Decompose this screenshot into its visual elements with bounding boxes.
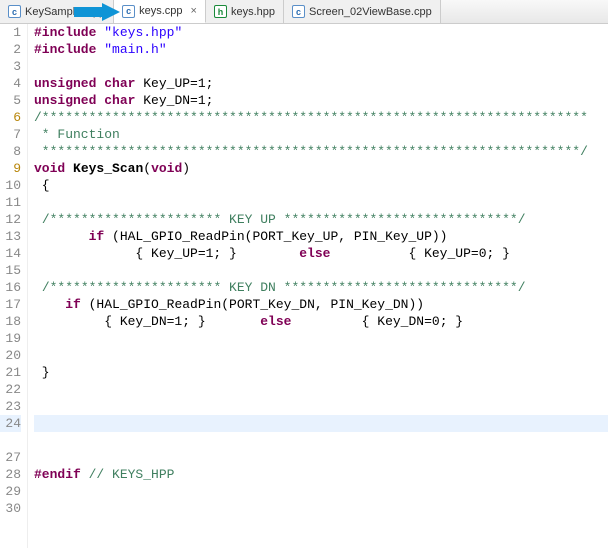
line-number: 5 [0,92,21,109]
line-number: 28 [0,466,21,483]
code-line[interactable] [34,432,608,449]
code-line[interactable]: /********************** KEY UP *********… [34,211,608,228]
line-number: 15 [0,262,21,279]
code-line[interactable]: /***************************************… [34,109,608,126]
tab-label: keys.hpp [231,6,275,18]
line-number: 13 [0,228,21,245]
line-number: 8 [0,143,21,160]
code-line[interactable]: { [34,177,608,194]
code-editor[interactable]: 1234567891011121314151617181920212223242… [0,24,608,548]
code-line[interactable] [34,58,608,75]
code-line[interactable] [34,415,608,432]
line-number: 9 [0,160,21,177]
line-number: 27 [0,449,21,466]
tab-keys-hpp[interactable]: h keys.hpp [206,0,284,23]
line-number: 20 [0,347,21,364]
line-number: 16 [0,279,21,296]
line-number: 3 [0,58,21,75]
line-number [0,432,21,449]
code-line[interactable]: unsigned char Key_UP=1; [34,75,608,92]
line-number: 4 [0,75,21,92]
line-number: 6 [0,109,21,126]
code-line[interactable]: #include "keys.hpp" [34,24,608,41]
tab-bar: c KeySampler.cpp c keys.cpp × h keys.hpp… [0,0,608,24]
code-line[interactable] [34,330,608,347]
line-number: 2 [0,41,21,58]
code-line[interactable] [34,381,608,398]
code-line[interactable]: if (HAL_GPIO_ReadPin(PORT_Key_DN, PIN_Ke… [34,296,608,313]
code-line[interactable]: } [34,364,608,381]
code-line[interactable]: ****************************************… [34,143,608,160]
tab-label: keys.cpp [139,5,182,17]
close-icon[interactable]: × [191,5,197,17]
code-line[interactable] [34,449,608,466]
line-number: 17 [0,296,21,313]
line-number: 1 [0,24,21,41]
line-number: 21 [0,364,21,381]
code-line[interactable]: { Key_UP=1; } else { Key_UP=0; } [34,245,608,262]
line-number: 23 [0,398,21,415]
line-number: 14 [0,245,21,262]
cpp-icon: c [122,5,135,18]
code-line[interactable] [34,398,608,415]
line-number: 11 [0,194,21,211]
line-number: 12 [0,211,21,228]
code-line[interactable] [34,194,608,211]
code-line[interactable]: * Function [34,126,608,143]
line-number: 29 [0,483,21,500]
tab-keys-cpp[interactable]: c keys.cpp × [114,0,206,23]
code-line[interactable]: #endif // KEYS_HPP [34,466,608,483]
tab-screen02[interactable]: c Screen_02ViewBase.cpp [284,0,441,23]
code-line[interactable] [34,347,608,364]
tab-keysampler[interactable]: c KeySampler.cpp [0,0,114,23]
line-gutter: 1234567891011121314151617181920212223242… [0,24,28,548]
line-number: 22 [0,381,21,398]
line-number: 7 [0,126,21,143]
tab-label: KeySampler.cpp [25,6,105,18]
line-number: 24 [0,415,21,432]
line-number: 18 [0,313,21,330]
line-number: 10 [0,177,21,194]
code-line[interactable] [34,262,608,279]
code-line[interactable]: /********************** KEY DN *********… [34,279,608,296]
tab-label: Screen_02ViewBase.cpp [309,6,432,18]
code-line[interactable]: { Key_DN=1; } else { Key_DN=0; } [34,313,608,330]
code-line[interactable]: unsigned char Key_DN=1; [34,92,608,109]
code-line[interactable]: void Keys_Scan(void) [34,160,608,177]
code-line[interactable]: if (HAL_GPIO_ReadPin(PORT_Key_UP, PIN_Ke… [34,228,608,245]
code-line[interactable]: #include "main.h" [34,41,608,58]
cpp-icon: c [292,5,305,18]
hpp-icon: h [214,5,227,18]
code-line[interactable] [34,500,608,517]
cpp-icon: c [8,5,21,18]
line-number: 30 [0,500,21,517]
code-area[interactable]: #include "keys.hpp"#include "main.h" unsi… [28,24,608,548]
line-number: 19 [0,330,21,347]
code-line[interactable] [34,483,608,500]
